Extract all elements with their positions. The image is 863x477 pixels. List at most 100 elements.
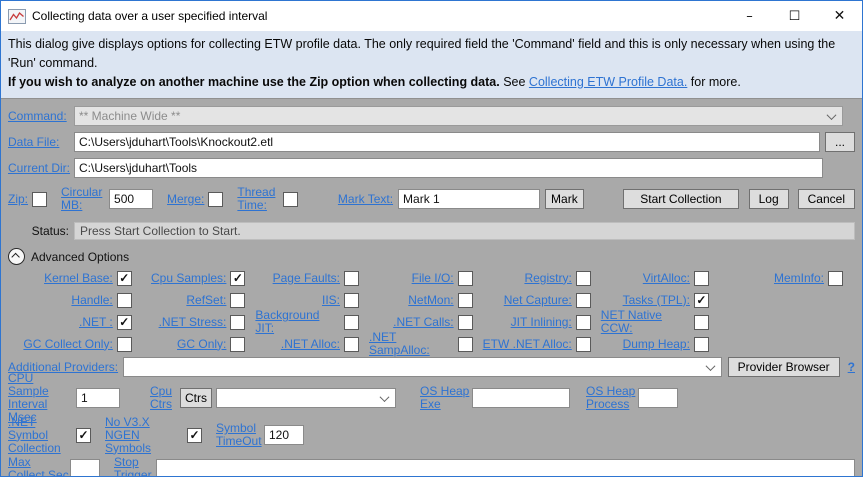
gc-only-checkbox[interactable] — [230, 336, 246, 352]
handle-label-link[interactable]: Handle: — [71, 293, 112, 307]
command-combobox[interactable]: ** Machine Wide ** — [74, 106, 843, 126]
stop-trigger-input[interactable] — [156, 459, 855, 476]
stop-trigger-label-link[interactable]: Stop Trigger — [114, 456, 154, 477]
page-faults-checkbox[interactable] — [344, 270, 359, 286]
symbol-timeout-label-link[interactable]: Symbol TimeOut — [216, 422, 264, 448]
max-collect-sec-input[interactable] — [70, 459, 100, 476]
mark-button[interactable]: Mark — [545, 189, 584, 209]
command-label-link[interactable]: Command: — [8, 109, 74, 123]
dotnet-calls-label-link[interactable]: .NET Calls: — [393, 315, 453, 329]
iis-checkbox[interactable] — [344, 292, 359, 308]
zip-checkbox[interactable] — [32, 191, 48, 207]
os-heap-process-input[interactable] — [638, 388, 678, 408]
dump-heap-label-link[interactable]: Dump Heap: — [623, 337, 690, 351]
tasks-tpl-label-link[interactable]: Tasks (TPL): — [623, 293, 690, 307]
meminfo-label-link[interactable]: MemInfo: — [774, 271, 824, 285]
cpu-sample-interval-input[interactable] — [76, 388, 120, 408]
max-collect-sec-label-link[interactable]: Max Collect Sec — [8, 456, 70, 477]
net-native-ccw-label-link[interactable]: NET Native CCW: — [601, 309, 690, 335]
dotnet-checkbox[interactable] — [116, 314, 132, 330]
circular-mb-input[interactable] — [109, 189, 154, 209]
etw-dotnet-alloc-label-link[interactable]: ETW .NET Alloc: — [483, 337, 572, 351]
dotnet-sampalloc-checkbox[interactable] — [457, 336, 473, 352]
mark-text-label-link[interactable]: Mark Text: — [338, 192, 393, 206]
dotnet-label-link[interactable]: .NET : — [79, 315, 113, 329]
page-faults-label-link[interactable]: Page Faults: — [273, 271, 340, 285]
current-dir-label-link[interactable]: Current Dir: — [8, 161, 74, 175]
current-dir-input[interactable] — [74, 158, 823, 178]
provider-browser-button[interactable]: Provider Browser — [727, 357, 840, 377]
handle-checkbox[interactable] — [116, 292, 132, 308]
file-io-label-link[interactable]: File I/O: — [412, 271, 454, 285]
background-jit-label-link[interactable]: Background JIT: — [255, 309, 340, 335]
thread-time-label-link[interactable]: Thread Time: — [237, 186, 283, 212]
netmon-label-link[interactable]: NetMon: — [408, 293, 453, 307]
chevron-down-icon[interactable] — [826, 109, 837, 120]
registry-label-link[interactable]: Registry: — [524, 271, 571, 285]
netmon-checkbox[interactable] — [457, 292, 473, 308]
refset-checkbox[interactable] — [230, 292, 246, 308]
provider-help-link[interactable]: ? — [848, 360, 855, 374]
no-ngen-symbols-label-link[interactable]: No V3.X NGEN Symbols — [105, 415, 187, 455]
refset-label-link[interactable]: RefSet: — [186, 293, 226, 307]
kernel-base-checkbox[interactable] — [116, 270, 132, 286]
dotnet-alloc-label-link[interactable]: .NET Alloc: — [281, 337, 340, 351]
advanced-options-expander[interactable]: Advanced Options — [8, 248, 855, 265]
cpu-ctrs-combobox[interactable] — [216, 388, 396, 408]
net-capture-checkbox[interactable] — [575, 292, 591, 308]
dotnet-sampalloc-label-link[interactable]: .NET SampAlloc: — [369, 331, 454, 357]
etw-dotnet-alloc-checkbox[interactable] — [575, 336, 591, 352]
zip-label-link[interactable]: Zip: — [8, 192, 28, 206]
start-collection-button[interactable]: Start Collection — [623, 189, 739, 209]
background-jit-checkbox[interactable] — [344, 314, 359, 330]
merge-checkbox[interactable] — [208, 191, 224, 207]
close-button[interactable]: ✕ — [817, 1, 862, 31]
data-file-input[interactable] — [74, 132, 820, 152]
title-bar[interactable]: Collecting data over a user specified in… — [1, 1, 862, 31]
virtalloc-label-link[interactable]: VirtAlloc: — [643, 271, 690, 285]
file-io-checkbox[interactable] — [457, 270, 473, 286]
log-button[interactable]: Log — [748, 189, 789, 209]
gc-only-label-link[interactable]: GC Only: — [177, 337, 226, 351]
meminfo-checkbox[interactable] — [828, 270, 843, 286]
merge-label-link[interactable]: Merge: — [167, 192, 204, 206]
cpu-ctrs-label-link[interactable]: Cpu Ctrs — [150, 385, 178, 411]
chevron-down-icon[interactable] — [379, 391, 390, 402]
mark-text-input[interactable] — [398, 189, 541, 209]
browse-ellipsis-button[interactable]: ... — [825, 132, 855, 152]
dotnet-calls-checkbox[interactable] — [457, 314, 473, 330]
symbol-timeout-input[interactable] — [264, 425, 304, 445]
dotnet-stress-label-link[interactable]: .NET Stress: — [159, 315, 227, 329]
registry-checkbox[interactable] — [575, 270, 591, 286]
dotnet-alloc-checkbox[interactable] — [344, 336, 359, 352]
minimize-button[interactable]: – — [727, 1, 772, 31]
virtalloc-checkbox[interactable] — [693, 270, 709, 286]
jit-inlining-label-link[interactable]: JIT Inlining: — [511, 315, 572, 329]
additional-providers-combobox[interactable] — [123, 357, 722, 377]
dotnet-stress-checkbox[interactable] — [230, 314, 246, 330]
dump-heap-checkbox[interactable] — [693, 336, 709, 352]
collecting-etw-profile-data-link[interactable]: Collecting ETW Profile Data. — [529, 75, 687, 89]
cpu-samples-checkbox[interactable] — [230, 270, 246, 286]
jit-inlining-checkbox[interactable] — [575, 314, 591, 330]
kernel-base-label-link[interactable]: Kernel Base: — [44, 271, 113, 285]
ctrs-button[interactable]: Ctrs — [180, 388, 212, 408]
gc-collect-only-checkbox[interactable] — [116, 336, 132, 352]
maximize-button[interactable]: ☐ — [772, 1, 817, 31]
chevron-down-icon[interactable] — [705, 360, 716, 371]
os-heap-exe-input[interactable] — [472, 388, 570, 408]
os-heap-process-label-link[interactable]: OS Heap Process — [586, 385, 636, 411]
net-native-ccw-checkbox[interactable] — [693, 314, 709, 330]
os-heap-exe-label-link[interactable]: OS Heap Exe — [420, 385, 470, 411]
data-file-label-link[interactable]: Data File: — [8, 135, 74, 149]
iis-label-link[interactable]: IIS: — [322, 293, 340, 307]
thread-time-checkbox[interactable] — [283, 191, 299, 207]
tasks-tpl-checkbox[interactable] — [693, 292, 709, 308]
net-symbol-collection-checkbox[interactable] — [76, 427, 91, 443]
net-symbol-collection-label-link[interactable]: .NET Symbol Collection — [8, 415, 76, 455]
no-ngen-symbols-checkbox[interactable] — [187, 427, 202, 443]
gc-collect-only-label-link[interactable]: GC Collect Only: — [23, 337, 112, 351]
net-capture-label-link[interactable]: Net Capture: — [504, 293, 572, 307]
circular-mb-label-link[interactable]: Circular MB: — [61, 186, 109, 212]
cancel-button[interactable]: Cancel — [797, 189, 855, 209]
